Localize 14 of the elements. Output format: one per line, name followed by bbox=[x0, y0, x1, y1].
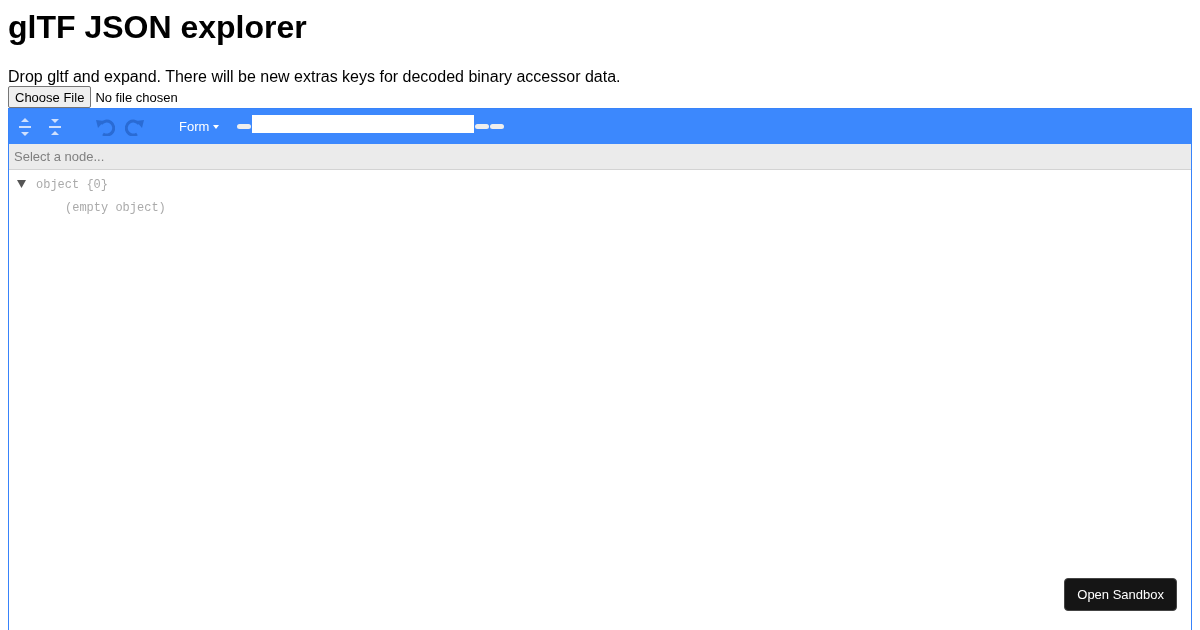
search-button[interactable] bbox=[490, 124, 505, 129]
description: Drop gltf and expand. There will be new extras keys for decoded binary accessor data. bbox=[8, 68, 621, 86]
search-next-button[interactable] bbox=[475, 124, 490, 129]
search-field[interactable] bbox=[252, 114, 475, 133]
file-status: No file chosen bbox=[95, 89, 178, 105]
caret-icon bbox=[213, 124, 220, 129]
expand-toggle-icon[interactable] bbox=[17, 179, 26, 191]
open-sandbox-button[interactable]: Open Sandbox bbox=[1064, 578, 1177, 611]
tree-node-label: object {0} bbox=[36, 178, 108, 192]
page-title: glTF JSON explorer bbox=[7, 8, 308, 46]
empty-object-text: (empty object) bbox=[65, 201, 166, 215]
search-previous-button[interactable] bbox=[237, 124, 252, 129]
node-path-field[interactable]: Select a node... bbox=[9, 144, 1191, 170]
choose-file-button[interactable]: Choose File bbox=[8, 86, 92, 108]
